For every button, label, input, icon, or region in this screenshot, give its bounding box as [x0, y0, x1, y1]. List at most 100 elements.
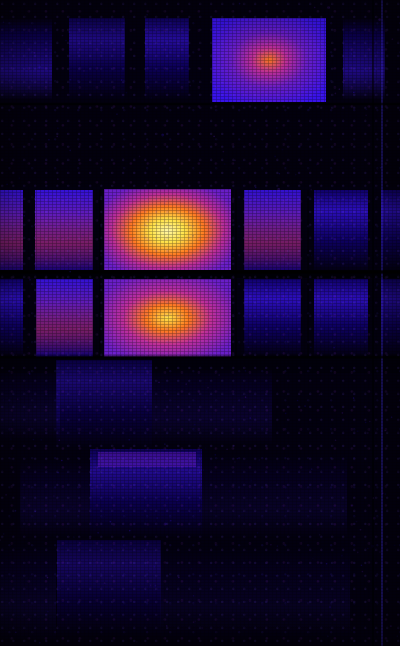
speckle-dot [356, 521, 358, 523]
speckle-dot [176, 500, 178, 502]
speckle-dot [29, 279, 31, 281]
main-left-edge-band [0, 190, 23, 272]
speckle-dot [120, 509, 122, 511]
speckle-dot [73, 536, 75, 538]
speckle-dot [150, 585, 152, 587]
speckle-dot [47, 577, 49, 579]
speckle-dot [351, 53, 353, 55]
speckle-dot [239, 49, 241, 51]
speckle-dot [153, 182, 155, 184]
speckle-dot [5, 494, 7, 496]
main-right-band-2 [314, 190, 368, 272]
speckle-dot [213, 136, 215, 138]
speckle-dot [239, 3, 241, 5]
speckle-dot [285, 413, 287, 415]
speckle-dot [289, 135, 291, 137]
speckle-dot [156, 517, 158, 519]
speckle-dot [62, 220, 64, 222]
speckle-dot [282, 328, 284, 330]
separator-upper [0, 104, 400, 186]
speckle-dot [366, 230, 368, 232]
speckle-dot [146, 14, 148, 16]
speckle-dot [348, 237, 350, 239]
speckle-dot [139, 156, 141, 158]
speckle-dot [382, 305, 384, 307]
speckle-dot [1, 82, 3, 84]
speckle-dot [119, 28, 121, 30]
mid-lower-left-faint [0, 370, 60, 440]
speckle-dot [82, 234, 84, 236]
speckle-dot [283, 235, 285, 237]
speckle-dot [373, 517, 376, 520]
speckle-dot [78, 212, 81, 215]
speckle-dot [392, 38, 394, 40]
speckle-dot [281, 90, 283, 92]
speckle-dot [3, 21, 5, 23]
speckle-dot [353, 92, 355, 94]
speckle-dot [16, 355, 18, 357]
speckle-dot [227, 522, 229, 524]
speckle-dot [144, 610, 146, 612]
speckle-dot [384, 430, 386, 432]
speckle-dot [10, 458, 12, 460]
main-left-band [35, 190, 93, 272]
speckle-dot [257, 532, 259, 534]
speckle-dot [38, 66, 41, 69]
lower-right-band-1 [244, 279, 301, 357]
speckle-dot [310, 347, 312, 349]
speckle-dot [61, 237, 63, 239]
speckle-dot [62, 35, 64, 37]
speckle-dot [65, 40, 67, 42]
speckle-dot [126, 92, 128, 94]
top-right-dim-band [343, 18, 385, 100]
speckle-dot [312, 558, 314, 560]
speckle-dot [353, 397, 355, 399]
speckle-dot [110, 331, 112, 333]
speckle-dot [117, 565, 119, 567]
speckle-dot [164, 522, 167, 525]
speckle-dot [256, 335, 258, 337]
speckle-dot [346, 215, 348, 217]
speckle-dot [234, 461, 236, 463]
speckle-dot [89, 538, 91, 540]
speckle-dot [148, 570, 150, 572]
speckle-dot [317, 317, 319, 319]
speckle-dot [97, 532, 99, 534]
speckle-dot [304, 405, 306, 407]
speckle-dot [276, 575, 278, 577]
speckle-dot [72, 506, 74, 508]
speckle-dot [164, 443, 166, 445]
speckle-dot [61, 460, 63, 462]
speckle-dot [327, 636, 329, 638]
lower-block-highlight [98, 452, 196, 467]
speckle-dot [176, 461, 178, 463]
speckle-dot [129, 530, 131, 532]
speckle-dot [319, 394, 321, 396]
speckle-dot [378, 18, 381, 21]
speckle-dot [151, 97, 153, 99]
speckle-dot [202, 500, 204, 502]
speckle-dot [376, 285, 378, 287]
speckle-dot [207, 324, 209, 326]
speckle-dot [224, 163, 226, 165]
speckle-dot [67, 571, 69, 573]
speckle-dot [327, 6, 330, 9]
speckle-dot [274, 156, 276, 158]
speckle-dot [277, 188, 280, 191]
bottom-right-faint [160, 548, 350, 638]
speckle-dot [387, 590, 389, 592]
speckle-dot [19, 177, 21, 179]
speckle-dot [88, 286, 90, 288]
speckle-dot [88, 202, 90, 204]
speckle-dot [288, 390, 290, 392]
speckle-dot [10, 438, 12, 440]
speckle-dot [81, 368, 83, 370]
speckle-dot [104, 516, 106, 518]
speckle-dot [39, 642, 41, 644]
lower-left-edge-band [0, 279, 23, 357]
natural-image [0, 0, 400, 646]
speckle-dot [120, 222, 122, 224]
lower-right-band-2 [314, 279, 368, 357]
speckle-dot [116, 113, 118, 115]
speckle-dot [390, 625, 392, 627]
